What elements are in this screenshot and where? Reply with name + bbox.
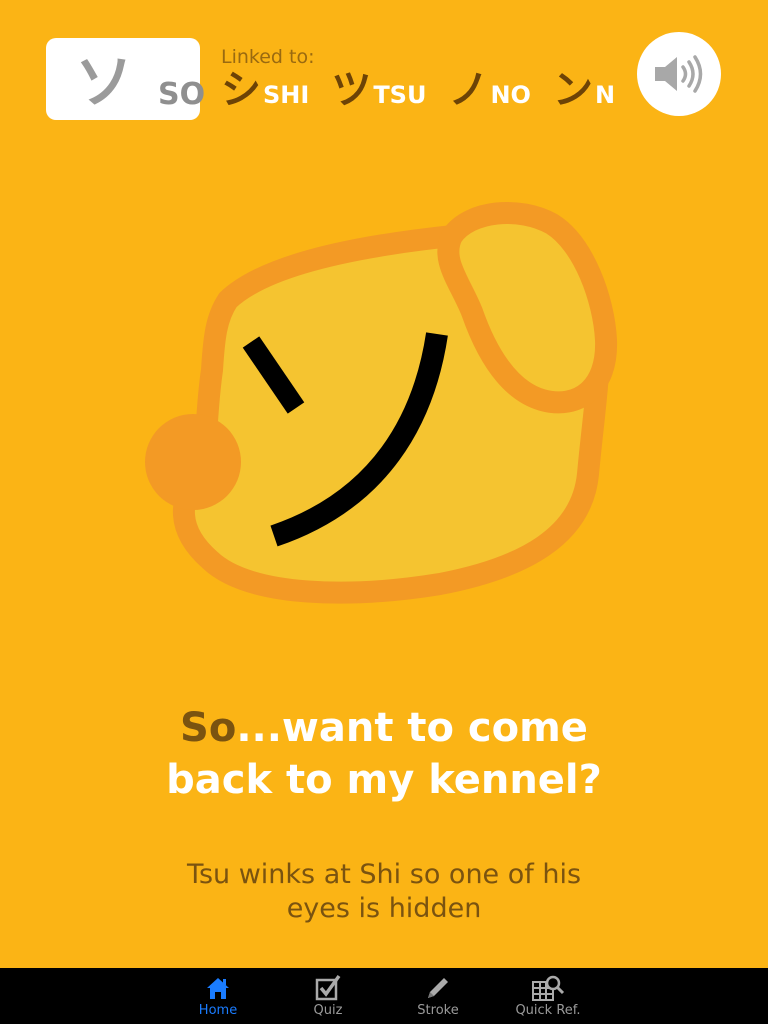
- mnemonic-headline: So...want to come back to my kennel?: [0, 702, 768, 806]
- tab-home[interactable]: Home: [173, 968, 263, 1024]
- tab-label: Quick Ref.: [515, 1003, 581, 1018]
- tab-quick-ref[interactable]: Quick Ref.: [503, 968, 593, 1024]
- headline-line1: ...want to come: [236, 705, 588, 751]
- checkbox-icon: [315, 974, 341, 1001]
- tab-bar: Home Quiz Stroke Quick Ref.: [0, 968, 768, 1024]
- tab-label: Home: [198, 1003, 238, 1018]
- tab-quiz[interactable]: Quiz: [283, 968, 373, 1024]
- home-icon: [207, 978, 229, 999]
- pencil-icon: [428, 978, 448, 998]
- mnemonic-explanation: Tsu winks at Shi so one of his eyes is h…: [0, 858, 768, 926]
- headline-line2: back to my kennel?: [166, 757, 602, 803]
- headline-accent: So: [180, 705, 237, 751]
- grid-search-icon: [532, 975, 565, 1001]
- dog-illustration: [145, 202, 618, 604]
- tab-label: Stroke: [417, 1003, 459, 1018]
- tab-label: Quiz: [313, 1003, 343, 1018]
- explanation-text: Tsu winks at Shi so one of his eyes is h…: [186, 859, 582, 924]
- dog-nose: [145, 414, 241, 510]
- tab-stroke[interactable]: Stroke: [393, 968, 483, 1024]
